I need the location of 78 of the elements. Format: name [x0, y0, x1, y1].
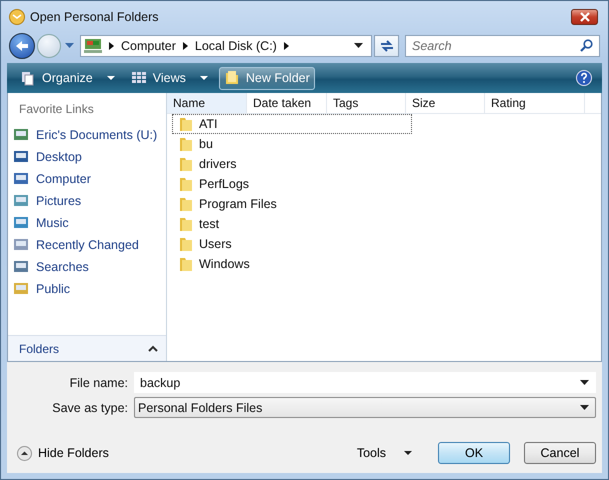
folder-icon	[179, 196, 193, 212]
monitor-icon	[12, 259, 30, 275]
folder-item[interactable]: bu	[172, 134, 412, 154]
folder-item[interactable]: Program Files	[172, 194, 412, 214]
caret-icon	[200, 76, 208, 80]
monitor-icon	[12, 193, 30, 209]
search-icon[interactable]	[580, 39, 593, 52]
grid-icon	[130, 71, 147, 85]
dropdown-arrow-icon[interactable]	[580, 380, 589, 386]
folder-icon	[224, 70, 240, 86]
column-header[interactable]: Tags	[327, 93, 406, 113]
folder-item[interactable]: PerfLogs	[172, 174, 412, 194]
column-header[interactable]: Size	[406, 93, 485, 113]
sidebar-item[interactable]: Music	[8, 212, 166, 234]
cancel-button[interactable]: Cancel	[524, 442, 596, 464]
monitor-icon	[12, 127, 30, 143]
sidebar-item[interactable]: Recently Changed	[8, 234, 166, 256]
chevron-right-icon[interactable]	[182, 42, 188, 50]
close-button[interactable]	[571, 9, 598, 25]
toolbar-button[interactable]: New Folder	[218, 66, 315, 90]
folder-icon	[179, 216, 193, 232]
field-label: Save as type:	[51, 400, 129, 414]
column-header[interactable]: Date taken	[247, 93, 327, 113]
folder-item[interactable]: drivers	[172, 154, 412, 174]
hide-folders-button[interactable]: Hide Folders	[17, 446, 109, 460]
file-type-dropdown[interactable]: Personal Folders Files	[134, 397, 596, 418]
column-header[interactable]: Name	[167, 93, 247, 113]
sidebar-item[interactable]: Pictures	[8, 190, 166, 212]
dropdown-arrow-icon	[580, 404, 589, 410]
folder-icon	[179, 176, 193, 192]
caret-icon	[106, 76, 115, 80]
file-name-field[interactable]: backup	[134, 372, 596, 393]
folder-item[interactable]: test	[172, 214, 412, 234]
monitor-icon	[12, 281, 30, 297]
help-icon[interactable]	[576, 70, 592, 86]
tools-menu[interactable]: Tools	[350, 445, 418, 461]
refresh-arrows-icon	[378, 39, 394, 53]
folder-item[interactable]: ATI	[172, 114, 412, 134]
close-icon	[578, 12, 590, 22]
folder-icon	[179, 136, 193, 152]
sidebar-item[interactable]: Public	[8, 278, 166, 300]
back-arrow-icon	[15, 40, 29, 52]
computer-icon	[84, 38, 102, 54]
folder-item[interactable]: Windows	[172, 254, 412, 274]
chevron-right-icon[interactable]	[109, 42, 114, 50]
sidebar-item[interactable]: Computer	[8, 168, 166, 190]
folder-icon	[179, 236, 193, 252]
folder-item[interactable]: Users	[172, 234, 412, 254]
monitor-icon	[12, 149, 30, 165]
folder-icon	[179, 256, 193, 272]
window-title: Open Personal Folders	[30, 10, 159, 24]
toolbar-menu[interactable]: Views	[126, 66, 213, 90]
chevron-up-icon	[148, 345, 158, 352]
field-label: File name:	[68, 376, 129, 390]
dropdown-arrow-icon[interactable]	[354, 43, 363, 49]
ok-button[interactable]: OK	[438, 442, 510, 464]
breadcrumb-item[interactable]: Computer	[121, 39, 176, 53]
monitor-icon	[12, 215, 30, 231]
search-field[interactable]: Search	[405, 35, 600, 57]
monitor-icon	[12, 237, 30, 253]
sidebar-item[interactable]: Eric's Documents (U:)	[8, 124, 166, 146]
monitor-icon	[12, 171, 30, 187]
caret-icon	[404, 450, 412, 456]
chevron-right-icon[interactable]	[284, 42, 289, 50]
folder-icon	[179, 116, 193, 132]
sidebar-heading: Favorite Links	[18, 101, 95, 118]
back-button[interactable]	[9, 33, 35, 59]
column-header[interactable]: Rating	[485, 93, 585, 113]
sidebar-item[interactable]: Searches	[8, 256, 166, 278]
breadcrumb-item[interactable]: Local Disk (C:)	[194, 39, 277, 53]
folder-icon	[179, 156, 193, 172]
toolbar-menu[interactable]: Organize	[15, 66, 120, 90]
pages-icon	[20, 70, 36, 86]
collapse-icon	[17, 446, 32, 460]
sidebar-item[interactable]: Desktop	[8, 146, 166, 168]
address-bar[interactable]: Computer Local Disk (C:)	[80, 35, 372, 57]
refresh-button[interactable]	[374, 35, 399, 57]
folders-pane-header[interactable]: Folders	[8, 335, 166, 361]
